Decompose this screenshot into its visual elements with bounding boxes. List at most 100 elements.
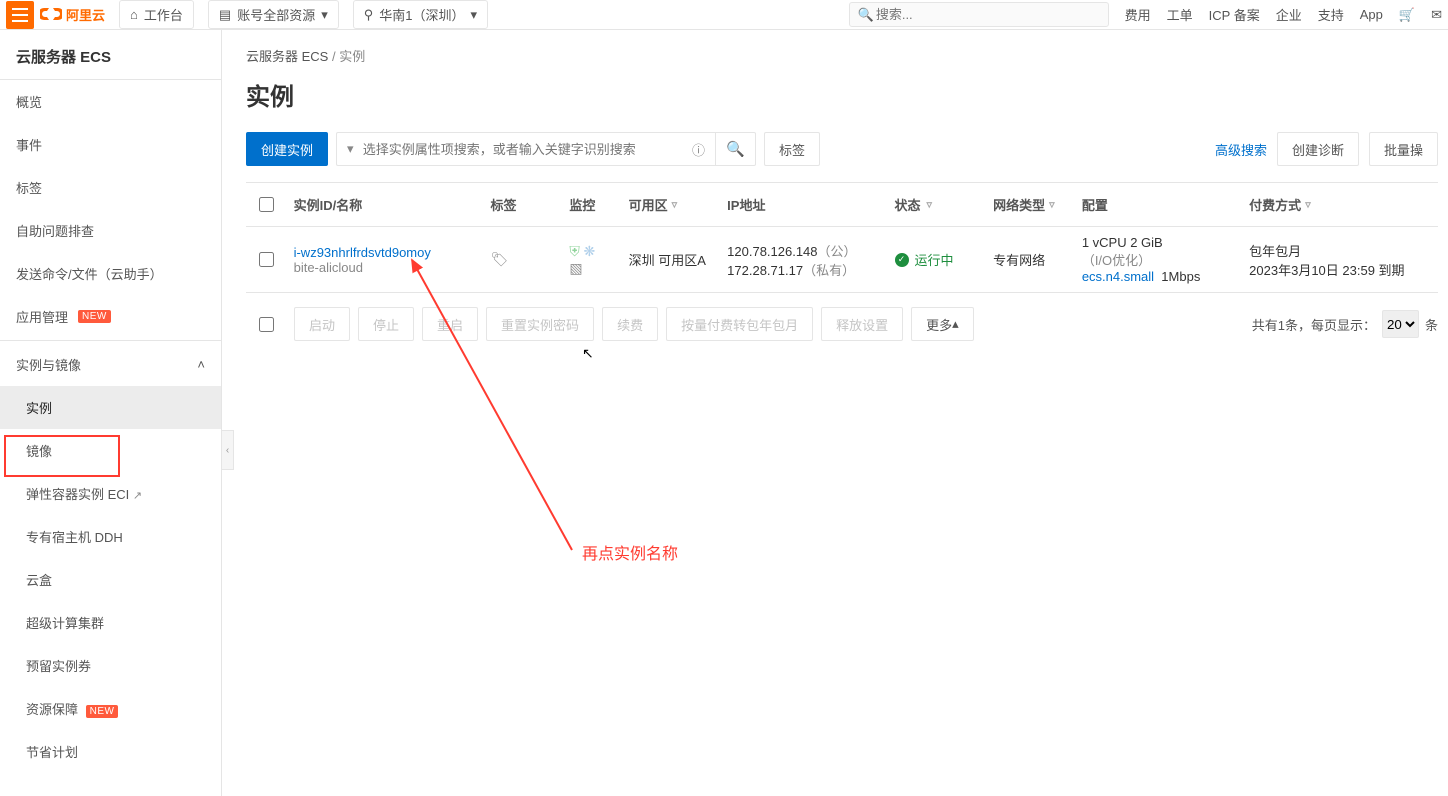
bulk-switch-button[interactable]: 按量付费转包年包月 <box>666 307 813 341</box>
top-workspace[interactable]: ⌂ 工作台 <box>119 0 194 29</box>
sidebar-item-appmgmt[interactable]: 应用管理 NEW <box>0 295 221 338</box>
chevron-down-icon: ▾ <box>471 7 478 23</box>
col-spec[interactable]: 配置 <box>1074 195 1241 214</box>
top-link[interactable]: ICP 备案 <box>1209 5 1260 24</box>
help-icon[interactable]: ⓘ <box>692 140 705 159</box>
crumb-sep: / <box>332 49 336 64</box>
page-title: 实例 <box>246 77 1438 112</box>
sidebar-sub-guarantee[interactable]: 资源保障 NEW <box>0 687 221 730</box>
col-status[interactable]: 状态▿ <box>887 195 986 214</box>
col-ip[interactable]: IP地址 <box>719 195 886 214</box>
tag-button[interactable]: 标签 <box>764 132 820 166</box>
logo[interactable]: 阿里云 <box>40 5 105 24</box>
row-status: 运行中 <box>915 250 954 269</box>
top-links: 费用 工单 ICP 备案 企业 支持 App 🛒 ✉ <box>1125 5 1442 24</box>
sidebar-sub-reserved[interactable]: 预留实例券 <box>0 644 221 687</box>
sidebar-sub-savingsplan[interactable]: 节省计划 <box>0 730 221 773</box>
row-private-ip-label: （私有） <box>803 263 855 278</box>
filter-search[interactable]: ▾ ⓘ <box>336 132 716 166</box>
filter-icon[interactable]: ▿ <box>927 198 933 211</box>
sidebar-item-cloudassistant[interactable]: 发送命令/文件（云助手） <box>0 252 221 295</box>
cart-icon[interactable]: 🛒 <box>1399 7 1415 23</box>
hamburger-icon <box>12 8 28 22</box>
sidebar-item-selfhelp[interactable]: 自助问题排查 <box>0 209 221 252</box>
top-region-label: 华南1（深圳） <box>379 5 464 24</box>
batch-operate-button[interactable]: 批量操 <box>1369 132 1438 166</box>
topbar: 阿里云 ⌂ 工作台 ▤ 账号全部资源 ▾ ⚲ 华南1（深圳） ▾ 🔍 费用 工单… <box>0 0 1448 30</box>
top-resources[interactable]: ▤ 账号全部资源 ▾ <box>208 0 339 29</box>
shield-icon[interactable]: ⛨ <box>569 243 580 259</box>
bulk-renew-button[interactable]: 续费 <box>602 307 658 341</box>
filter-icon[interactable]: ▿ <box>1305 198 1311 211</box>
col-monitor[interactable]: 监控 <box>561 195 620 214</box>
bulk-more-button[interactable]: 更多▴ <box>911 307 974 341</box>
create-diagnosis-button[interactable]: 创建诊断 <box>1277 132 1359 166</box>
sidebar-item-events[interactable]: 事件 <box>0 123 221 166</box>
top-region[interactable]: ⚲ 华南1（深圳） ▾ <box>353 0 488 29</box>
crumb-root[interactable]: 云服务器 ECS <box>246 49 328 64</box>
palette-icon[interactable]: ❋ <box>583 243 595 259</box>
select-all-checkbox[interactable] <box>259 197 274 212</box>
col-id[interactable]: 实例ID/名称 <box>286 195 483 214</box>
top-link[interactable]: 工单 <box>1167 5 1193 24</box>
filter-search-input[interactable] <box>361 141 692 158</box>
chevron-down-icon: ▾ <box>347 141 361 157</box>
page-text: 共有1条，每页显示： <box>1252 315 1376 334</box>
bulk-select-all[interactable] <box>259 317 274 332</box>
col-pay[interactable]: 付费方式 ▿ <box>1241 195 1438 214</box>
sidebar-sub-images[interactable]: 镜像 <box>0 429 221 472</box>
sidebar-item-tags[interactable]: 标签 <box>0 166 221 209</box>
page-size-select[interactable]: 20 <box>1382 310 1419 338</box>
bulk-restart-button[interactable]: 重启 <box>422 307 478 341</box>
sidebar-sub-instances[interactable]: 实例 <box>0 386 221 429</box>
monitor-icon[interactable]: ▧ <box>569 260 582 276</box>
logo-icon <box>40 6 62 24</box>
create-instance-button[interactable]: 创建实例 <box>246 132 328 166</box>
sidebar-sub-ddh[interactable]: 专有宿主机 DDH <box>0 515 221 558</box>
top-link[interactable]: 支持 <box>1318 5 1344 24</box>
pagination: 共有1条，每页显示： 20 条 <box>1252 310 1438 338</box>
bulk-stop-button[interactable]: 停止 <box>358 307 414 341</box>
sidebar-group-instances[interactable]: 实例与镜像 ˄ <box>0 343 221 386</box>
bulk-resetpwd-button[interactable]: 重置实例密码 <box>486 307 594 341</box>
sidebar-sub-label: 资源保障 <box>26 702 78 717</box>
external-link-icon: ↗ <box>133 490 142 502</box>
tag-icon[interactable]: 🏷 <box>490 251 508 267</box>
row-checkbox[interactable] <box>259 252 274 267</box>
top-link[interactable]: 费用 <box>1125 5 1151 24</box>
annotation-arrow <box>402 250 622 560</box>
instance-id-link[interactable]: i-wz93nhrlfrdsvtd9omoy <box>294 245 475 260</box>
sidebar-item-overview[interactable]: 概览 <box>0 80 221 123</box>
bulk-start-button[interactable]: 启动 <box>294 307 350 341</box>
top-link[interactable]: App <box>1360 7 1383 22</box>
menu-toggle[interactable] <box>6 1 34 29</box>
col-zone-label: 可用区 <box>629 195 668 214</box>
filter-icon[interactable]: ▿ <box>1049 198 1055 211</box>
sidebar-sub-cloudbox[interactable]: 云盒 <box>0 558 221 601</box>
top-search[interactable]: 🔍 <box>849 2 1109 27</box>
top-link[interactable]: 企业 <box>1276 5 1302 24</box>
new-badge: NEW <box>86 705 119 718</box>
top-search-input[interactable] <box>874 6 1100 23</box>
bulk-release-button[interactable]: 释放设置 <box>821 307 903 341</box>
row-spec-type[interactable]: ecs.n4.small <box>1082 269 1154 284</box>
row-public-ip-label: （公） <box>818 244 857 259</box>
annotation-text: 再点实例名称 <box>582 540 678 564</box>
sidebar-sub-eci[interactable]: 弹性容器实例 ECI ↗ <box>0 472 221 515</box>
sidebar-sub-supercluster[interactable]: 超级计算集群 <box>0 601 221 644</box>
search-button[interactable]: 🔍 <box>716 132 756 166</box>
bell-icon[interactable]: ✉ <box>1431 7 1442 23</box>
col-pay-label: 付费方式 <box>1249 195 1301 214</box>
sidebar-title: 云服务器 ECS <box>0 30 221 80</box>
advanced-search-link[interactable]: 高级搜索 <box>1215 140 1267 159</box>
instance-table: 实例ID/名称 标签 监控 可用区 ▿ IP地址 状态▿ 网络类型▿ 配置 付费方… <box>246 182 1438 293</box>
col-tag[interactable]: 标签 <box>482 195 561 214</box>
row-pay-mode: 包年包月 <box>1249 241 1430 260</box>
bulk-more-label: 更多 <box>926 315 952 334</box>
row-private-ip: 172.28.71.17 <box>727 263 803 278</box>
row-pay-expire: 2023年3月10日 23:59 到期 <box>1249 260 1430 279</box>
col-zone[interactable]: 可用区 ▿ <box>621 195 720 214</box>
col-net[interactable]: 网络类型▿ <box>985 195 1074 214</box>
sidebar-sub-label: 弹性容器实例 ECI <box>26 487 129 502</box>
filter-icon[interactable]: ▿ <box>672 198 678 211</box>
